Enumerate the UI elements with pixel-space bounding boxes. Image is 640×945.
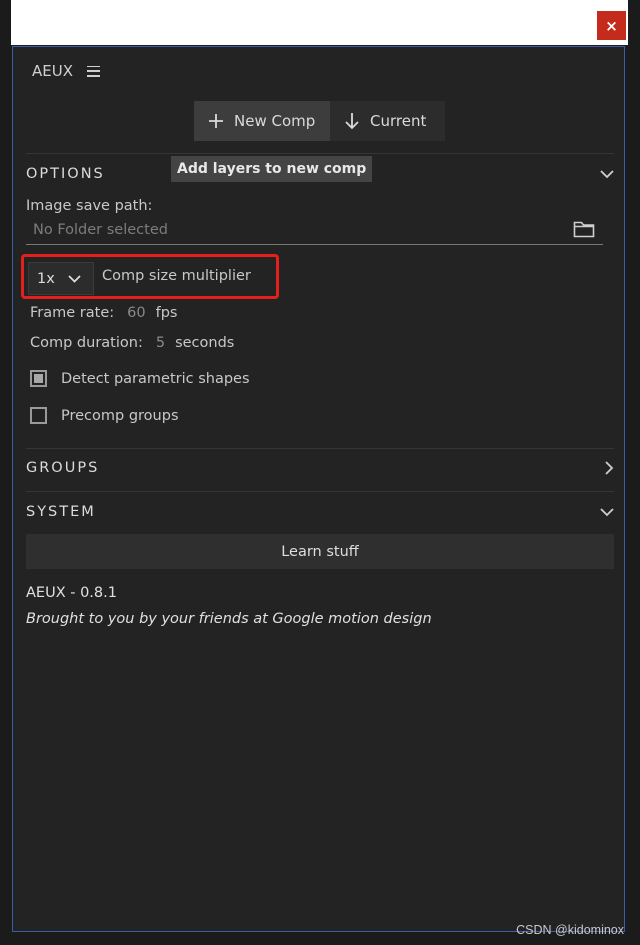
current-button[interactable]: Current [330,101,445,141]
system-section-header[interactable]: SYSTEM [26,492,614,532]
detect-shapes-row[interactable]: Detect parametric shapes [30,370,250,387]
folder-icon[interactable] [573,220,595,238]
panel-title: AEUX [32,62,73,80]
credit-text: Brought to you by your friends at Google… [26,611,432,627]
chevron-down-icon [600,507,614,516]
detect-shapes-label: Detect parametric shapes [61,370,250,387]
multiplier-value: 1x [37,270,55,287]
learn-stuff-button[interactable]: Learn stuff [26,534,614,569]
chevron-right-icon [605,461,614,475]
new-comp-label: New Comp [234,112,316,130]
new-comp-button[interactable]: New Comp [194,101,330,141]
multiplier-label: Comp size multiplier [102,268,251,284]
groups-header-label: GROUPS [26,460,100,476]
hamburger-menu-icon[interactable] [87,65,100,77]
close-icon: × [605,16,618,35]
image-save-path-label: Image save path: [26,198,153,214]
frame-rate-input[interactable]: 60 [127,305,145,321]
close-button[interactable]: × [597,11,626,40]
precomp-groups-label: Precomp groups [61,407,179,424]
aeux-panel: AEUX New Comp Current OPTIONS Add layers… [12,46,625,932]
checkbox-fill [34,374,43,383]
panel-header: AEUX [32,60,100,82]
chevron-down-icon [600,169,614,178]
plus-icon [209,114,223,128]
precomp-groups-row[interactable]: Precomp groups [30,407,179,424]
current-label: Current [370,112,427,130]
comp-duration-input[interactable]: 5 [156,335,165,351]
detect-shapes-checkbox[interactable] [30,370,47,387]
image-save-path-field[interactable]: No Folder selected [26,219,603,245]
system-header-label: SYSTEM [26,504,96,520]
version-text: AEUX - 0.8.1 [26,585,117,601]
comp-button-group: New Comp Current [194,101,445,141]
comp-duration-row: Comp duration: 5 seconds [30,335,234,351]
precomp-groups-checkbox[interactable] [30,407,47,424]
image-save-path-value: No Folder selected [33,222,168,238]
comp-size-multiplier-select[interactable]: 1x [28,262,94,295]
arrow-down-icon [345,113,359,130]
comp-duration-label: Comp duration: [30,335,143,351]
options-header-label: OPTIONS [26,166,105,182]
tooltip: Add layers to new comp [171,156,373,182]
comp-duration-unit: seconds [175,335,235,351]
window-titlebar: × [11,0,628,45]
watermark: CSDN @kidominox [516,923,624,937]
frame-rate-unit: fps [155,305,178,321]
groups-section-header[interactable]: GROUPS [26,448,614,488]
frame-rate-label: Frame rate: [30,305,115,321]
chevron-down-icon [68,274,81,283]
frame-rate-row: Frame rate: 60 fps [30,305,177,321]
